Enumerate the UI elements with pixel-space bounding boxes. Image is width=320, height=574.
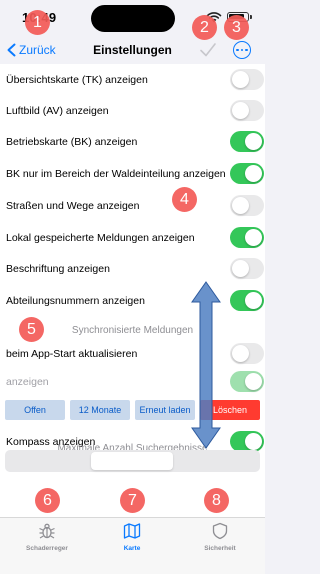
- shield-icon: [212, 522, 228, 540]
- annotation-badge: 3: [224, 15, 249, 40]
- search-results-segmented-control: [5, 450, 260, 472]
- setting-label: anzeigen: [6, 375, 49, 388]
- more-options-icon[interactable]: [233, 41, 251, 59]
- checkmark-icon[interactable]: [198, 40, 218, 60]
- toggle-beschriftung[interactable]: [230, 258, 264, 279]
- toggle-bk-waldeinteilung[interactable]: [230, 163, 264, 184]
- setting-row-tk: Übersichtskarte (TK) anzeigen: [6, 64, 264, 95]
- setting-row-bk: Betriebskarte (BK) anzeigen: [6, 126, 264, 157]
- setting-label: Betriebskarte (BK) anzeigen: [6, 135, 138, 148]
- annotation-badge: 8: [204, 488, 229, 513]
- 12-monate-button[interactable]: 12 Monate: [70, 400, 130, 420]
- setting-label: Straßen und Wege anzeigen: [6, 199, 140, 212]
- dynamic-island: [91, 5, 175, 32]
- setting-row-sync-anzeigen: anzeigen: [6, 366, 264, 397]
- tab-label: Karte: [123, 545, 141, 552]
- tab-schaderreger[interactable]: Schaderreger: [12, 522, 82, 562]
- search-results-segment-3[interactable]: [175, 452, 258, 470]
- setting-row-app-start: beim App-Start aktualisieren: [6, 338, 264, 369]
- setting-label: Abteilungsnummern anzeigen: [6, 294, 145, 307]
- setting-label: Übersichtskarte (TK) anzeigen: [6, 73, 148, 86]
- setting-label: beim App-Start aktualisieren: [6, 347, 138, 360]
- annotation-badge: 7: [120, 488, 145, 513]
- setting-label: Beschriftung anzeigen: [6, 262, 110, 275]
- search-results-segment-1[interactable]: [7, 452, 89, 470]
- toggle-bk[interactable]: [230, 131, 264, 152]
- toggle-sync-anzeigen[interactable]: [230, 371, 264, 392]
- setting-label: Lokal gespeicherte Meldungen anzeigen: [6, 231, 195, 244]
- toggle-av[interactable]: [230, 100, 264, 121]
- offen-button[interactable]: Offen: [5, 400, 65, 420]
- tab-label: Schaderreger: [26, 545, 68, 552]
- toggle-abteilungsnummern[interactable]: [230, 290, 264, 311]
- setting-row-beschriftung: Beschriftung anzeigen: [6, 253, 264, 284]
- map-icon: [123, 523, 141, 539]
- setting-row-abteilungsnummern: Abteilungsnummern anzeigen: [6, 285, 264, 316]
- setting-label: Luftbild (AV) anzeigen: [6, 104, 109, 117]
- tab-karte[interactable]: Karte: [97, 522, 167, 562]
- erneut-laden-button[interactable]: Erneut laden: [135, 400, 195, 420]
- setting-row-bk-waldeinteilung: BK nur im Bereich der Waldeinteilung anz…: [6, 158, 264, 189]
- setting-label: BK nur im Bereich der Waldeinteilung anz…: [6, 167, 226, 180]
- double-arrow-annotation: [191, 281, 221, 449]
- toggle-strassen[interactable]: [230, 195, 264, 216]
- annotation-badge: 5: [19, 317, 44, 342]
- bug-icon: [39, 523, 55, 539]
- toggle-tk[interactable]: [230, 69, 264, 90]
- setting-row-lokal: Lokal gespeicherte Meldungen anzeigen: [6, 222, 264, 253]
- setting-row-strassen: Straßen und Wege anzeigen: [6, 190, 264, 221]
- toggle-lokal[interactable]: [230, 227, 264, 248]
- annotation-badge: 6: [35, 488, 60, 513]
- tab-sicherheit[interactable]: Sicherheit: [185, 522, 255, 562]
- annotation-badge: 1: [25, 10, 50, 35]
- nav-bar: Zurück Einstellungen: [0, 36, 265, 64]
- setting-row-av: Luftbild (AV) anzeigen: [6, 95, 264, 126]
- tab-bar: Schaderreger Karte Sicherheit: [0, 517, 265, 574]
- page-title: Einstellungen: [93, 43, 172, 57]
- annotation-badge: 4: [172, 187, 197, 212]
- toggle-app-start[interactable]: [230, 343, 264, 364]
- annotation-badge: 2: [192, 15, 217, 40]
- search-results-segment-2[interactable]: [91, 452, 173, 470]
- tab-label: Sicherheit: [204, 545, 236, 552]
